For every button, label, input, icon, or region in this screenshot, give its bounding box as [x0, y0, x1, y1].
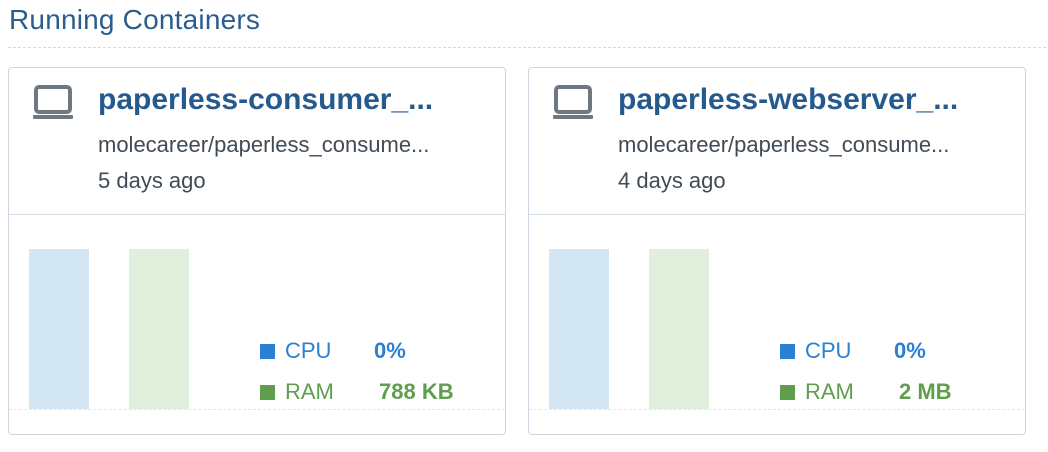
ram-usage-bar	[129, 249, 189, 409]
container-uptime: 5 days ago	[98, 168, 206, 193]
section-title: Running Containers	[9, 4, 261, 35]
cpu-label: CPU	[805, 338, 852, 363]
ram-usage-bar	[649, 249, 709, 409]
cpu-usage-bar	[549, 249, 609, 409]
cpu-legend-swatch	[260, 344, 275, 359]
container-name[interactable]: paperless-consumer_...	[98, 83, 498, 117]
monitor-icon	[33, 85, 73, 119]
cpu-value: 0%	[894, 338, 926, 363]
ram-label: RAM	[285, 379, 334, 404]
container-card-paperless-consumer[interactable]: paperless-consumer_... molecareer/paperl…	[8, 67, 506, 435]
monitor-icon	[553, 85, 593, 119]
cpu-value: 0%	[374, 338, 406, 363]
chart-baseline	[9, 409, 505, 410]
ram-legend-swatch	[260, 385, 275, 400]
ram-value: 788 KB	[379, 379, 454, 404]
ram-label: RAM	[805, 379, 854, 404]
container-name[interactable]: paperless-webserver_...	[618, 83, 1018, 117]
section-divider	[8, 47, 1046, 48]
container-image: molecareer/paperless_consume...	[618, 132, 950, 157]
card-header: paperless-consumer_... molecareer/paperl…	[9, 68, 505, 215]
cpu-legend-swatch	[780, 344, 795, 359]
container-card-paperless-webserver[interactable]: paperless-webserver_... molecareer/paper…	[528, 67, 1026, 435]
container-image: molecareer/paperless_consume...	[98, 132, 430, 157]
ram-value: 2 MB	[899, 379, 952, 404]
cpu-usage-bar	[29, 249, 89, 409]
container-uptime: 4 days ago	[618, 168, 726, 193]
card-header: paperless-webserver_... molecareer/paper…	[529, 68, 1025, 215]
cpu-label: CPU	[285, 338, 332, 363]
chart-baseline	[529, 409, 1025, 410]
ram-legend-swatch	[780, 385, 795, 400]
